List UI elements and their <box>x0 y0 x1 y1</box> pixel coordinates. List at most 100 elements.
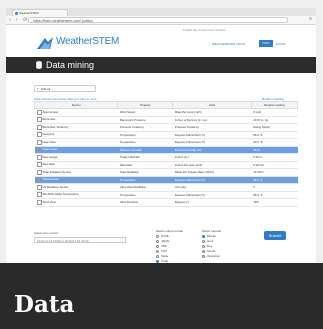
table-row[interactable]: Thermometer Temperature Degrees Fahrenheit… <box>34 176 298 184</box>
browser-menu-icon[interactable]: ≡ <box>309 16 312 22</box>
table-row[interactable]: UV Radiation Sensor Ultra Violet Radiatio… <box>34 183 298 192</box>
interval-option-label: Month <box>207 249 216 253</box>
cell-value: 165° <box>251 198 298 207</box>
cell-property-text: Barometric Pressure <box>119 117 146 122</box>
school-select[interactable]: ▾ School <box>34 85 96 92</box>
table-row[interactable]: Wind Vane Wind Direction Degrees (°) 165° <box>34 198 298 207</box>
cell-units-text: Watts Per Square Meter (W/m²) <box>174 170 215 175</box>
radio-button[interactable] <box>202 239 205 243</box>
row-checkbox[interactable] <box>36 132 42 138</box>
cell-value-text: 29.97 in. hg. <box>253 117 269 122</box>
header-units[interactable]: Units <box>172 101 252 109</box>
cell-units: Percent Humidity (%) <box>172 146 252 154</box>
cell-value: 84.0 °F <box>251 176 298 184</box>
row-checkbox[interactable] <box>36 162 42 168</box>
cell-units-text: Inches (in.) <box>174 155 189 160</box>
cell-units: Degrees (°) <box>172 198 252 207</box>
cell-value-text: Rising Slowly <box>253 125 271 130</box>
header-sensor[interactable]: Sensor <box>33 101 119 109</box>
cell-value: 8 mph <box>251 108 298 117</box>
cell-units-text: Degrees Fahrenheit (°F) <box>174 192 206 197</box>
table-row[interactable]: Rain Rate Rain Rate Inches Per Hour (in/h)… <box>34 161 298 169</box>
row-checkbox[interactable] <box>36 109 42 115</box>
radio-button[interactable] <box>156 234 159 238</box>
time-period-input[interactable]: 2016-01-12 00:00 to 2016-01-13 00:00 <box>34 237 126 243</box>
browser-tab[interactable]: WeatherSTEM <box>12 9 68 16</box>
row-checkbox[interactable] <box>36 177 42 183</box>
row-checkbox[interactable] <box>36 169 42 175</box>
nav-weatherstem-units[interactable]: WEATHERSTEM UNITS <box>212 42 245 46</box>
cell-value: 90.0 °F <box>251 138 298 147</box>
submit-button[interactable]: Submit <box>264 231 286 240</box>
radio-button[interactable] <box>156 249 159 253</box>
nav-login-link[interactable]: LOGIN <box>276 42 285 46</box>
table-row[interactable]: Anemometer Wind Speed Miles Per Hour (mph)… <box>34 108 298 117</box>
url-field[interactable]: https://learn.weatherstem.com/ publics <box>28 17 288 23</box>
radio-button[interactable] <box>156 239 159 243</box>
table-row[interactable]: Barometer Barometric Pressure Inches of Me… <box>34 116 298 124</box>
row-checkbox[interactable] <box>36 199 42 205</box>
radio-button[interactable] <box>202 254 205 258</box>
cell-units: Degrees Fahrenheit (°F) <box>172 138 252 147</box>
cell-sensor: Thermometer <box>34 176 118 184</box>
table-row[interactable]: Wet Bulb Globe Temperature Temperature Deg… <box>34 191 298 199</box>
interval-option[interactable]: Operation <box>202 254 221 259</box>
cell-value: 66 % <box>251 146 298 154</box>
header-random-loading[interactable]: Random loading <box>250 101 299 109</box>
row-checkbox[interactable] <box>36 154 42 160</box>
cell-sensor: Hygrometer <box>34 146 118 154</box>
row-checkbox[interactable] <box>36 124 42 130</box>
row-checkbox[interactable] <box>36 192 42 198</box>
cell-sensor: Barometer Tendency <box>34 123 118 132</box>
radio-button[interactable] <box>202 244 205 248</box>
logo-text[interactable]: WeatherSTEM <box>56 36 119 47</box>
cell-units: Watts Per Square Meter (W/m²) <box>172 168 252 177</box>
row-checkbox[interactable] <box>36 184 42 190</box>
screenshot-frame: WeatherSTEM ‹ › ⟳ https://learn.weathers… <box>0 0 323 329</box>
radio-button[interactable] <box>156 244 159 248</box>
output-format-option-label: XML <box>161 244 168 248</box>
cell-property: Rain Rate <box>117 161 173 169</box>
cell-sensor-text: Barometer <box>42 117 56 122</box>
cell-property-text: Temperature <box>119 192 136 197</box>
cell-property: Today's Rainfall <box>117 153 173 162</box>
browser-nav-buttons[interactable]: ‹ › ⟳ <box>9 17 29 23</box>
cell-sensor: Wet Bulb Globe Temperature <box>34 191 118 199</box>
cell-property: Temperature <box>117 131 173 139</box>
cell-sensor-text: Anemometer <box>42 109 59 114</box>
row-checkbox[interactable] <box>36 147 42 153</box>
top-links[interactable]: Contact My County Free weather <box>182 28 226 32</box>
cell-sensor: Barometer <box>34 116 118 124</box>
table-row[interactable]: Rain Gauge Today's Rainfall Inches (in.) 0.… <box>34 153 298 162</box>
cell-property: Temperature <box>117 138 173 147</box>
table-row[interactable]: Solar Radiation Sensor Solar Radiation Wat… <box>34 168 298 177</box>
table-row[interactable]: Barometer Tendency Pressure Tendency Press… <box>34 123 298 132</box>
table-row[interactable]: Heat Index Temperature Degrees Fahrenheit … <box>34 138 298 147</box>
cell-value: 0 <box>251 183 298 192</box>
page-title-bar: Data mining <box>6 57 316 73</box>
cell-property-text: Today's Rainfall <box>119 155 140 160</box>
cell-property-text: Wind Speed <box>119 110 136 115</box>
cell-units: Inches (in.) <box>172 153 252 162</box>
row-checkbox[interactable] <box>36 139 42 145</box>
output-format-option-label: HTML <box>161 234 170 238</box>
cell-sensor-text: Rain Rate <box>42 162 55 167</box>
cell-sensor: UV Radiation Sensor <box>34 183 118 192</box>
radio-button[interactable] <box>202 234 205 238</box>
radio-button[interactable] <box>202 249 205 253</box>
cell-sensor: Anemometer <box>34 108 118 117</box>
cell-value-text: 8 mph <box>253 110 262 115</box>
interval-option-label: Hour <box>207 239 214 243</box>
cell-sensor-text: Wind Vane <box>42 199 56 204</box>
cell-value: 29.97 in. hg. <box>251 116 298 124</box>
row-checkbox[interactable] <box>36 117 42 123</box>
radio-button[interactable] <box>156 254 159 258</box>
nav-info-button[interactable]: INFO <box>259 40 273 47</box>
cell-units-text: Degrees Fahrenheit (°F) <box>174 132 206 137</box>
cell-sensor: Heat Index <box>34 138 118 147</box>
cell-value-text: 0 <box>253 185 255 190</box>
table-row[interactable]: Hygrometer Relative Humidity Percent Humid… <box>34 146 298 154</box>
cell-value-text: 165° <box>253 200 260 205</box>
table-row[interactable]: Dewpoint Temperature Degrees Fahrenheit (°… <box>34 131 298 139</box>
header-property[interactable]: Property <box>117 101 174 109</box>
